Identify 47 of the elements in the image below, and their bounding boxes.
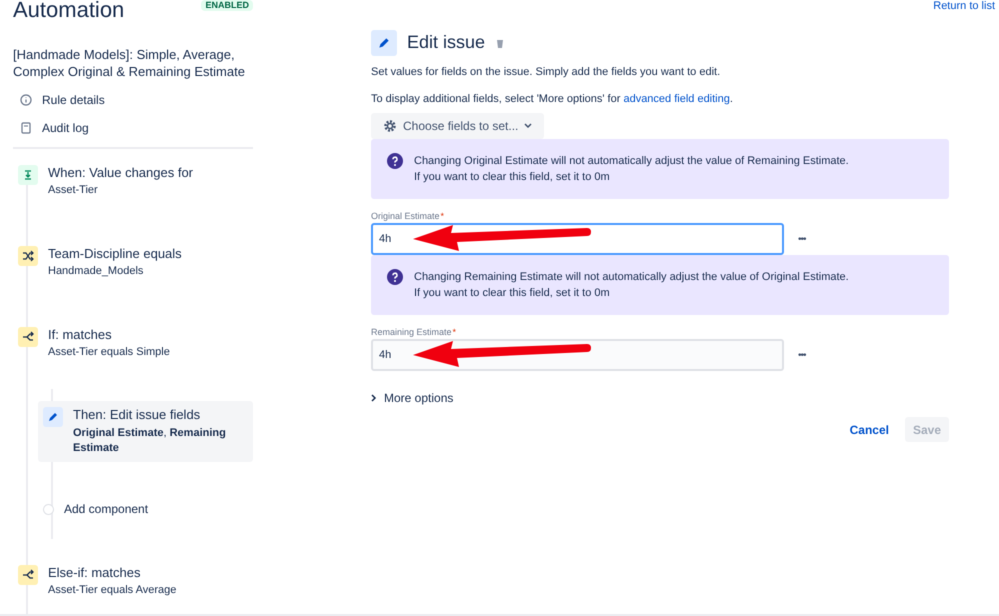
return-to-list-link[interactable]: Return to list: [933, 0, 995, 12]
more-actions-button[interactable]: •••: [792, 232, 812, 246]
shuffle-badge-icon: [18, 246, 38, 266]
branch-badge-icon: [18, 327, 38, 347]
sidebar-link[interactable]: Audit log: [42, 119, 89, 137]
step-title[interactable]: When: Value changes for: [48, 165, 194, 181]
download-badge-icon: [18, 165, 38, 185]
pencil-icon: [371, 30, 397, 56]
field-label: Original Estimate: [371, 210, 440, 222]
document-icon: [20, 122, 32, 134]
description-text: Set values for fields on the issue. Simply add the fields you want to edit.: [371, 65, 722, 79]
sidebar-link[interactable]: Rule details: [42, 91, 105, 109]
step-detail: Asset-Tier: [48, 183, 99, 198]
step-detail: Asset-Tier equals Simple: [48, 345, 170, 360]
panel-title: Edit issue: [407, 31, 486, 54]
advanced-field-editing-link[interactable]: advanced field editing: [623, 93, 730, 105]
step-title[interactable]: Team-Discipline equals: [48, 246, 182, 262]
notice-text: If you want to clear this field, set it to 0m: [414, 170, 611, 185]
notice-text: Changing Original Estimate will not automatically adjust the value of Remaining Estimate.: [414, 154, 849, 169]
more-options-button[interactable]: More options: [371, 389, 454, 407]
field-label: Remaining Estimate: [371, 326, 452, 338]
step-detail: Asset-Tier equals Average: [48, 583, 176, 598]
cancel-button[interactable]: Cancel: [844, 417, 895, 442]
chevron-right-icon: [371, 394, 377, 402]
step-title[interactable]: Then: Edit issue fields: [73, 407, 249, 423]
info-icon: [20, 94, 32, 106]
required-mark: *: [440, 210, 444, 222]
notice-text: Changing Remaining Estimate will not automatically adjust the value of Original Estimate.: [414, 270, 849, 285]
add-component-link[interactable]: Add component: [64, 502, 148, 517]
step-title[interactable]: Else-if: matches: [48, 565, 176, 581]
branch-badge-icon: [18, 565, 38, 585]
status-badge: ENABLED: [201, 0, 253, 11]
step-detail: Original Estimate, Remaining Estimate: [73, 426, 227, 456]
page-title: Automation: [13, 0, 124, 20]
chevron-down-icon: [524, 123, 532, 129]
notice-text: If you want to clear this field, set it to 0m: [414, 286, 611, 301]
question-icon: [387, 153, 403, 169]
step-detail: Handmade_Models: [48, 264, 144, 279]
question-icon: [387, 269, 403, 285]
step-title[interactable]: If: matches: [48, 327, 170, 343]
more-actions-button[interactable]: •••: [792, 348, 812, 362]
pencil-badge-icon: [43, 407, 63, 427]
choose-fields-button[interactable]: Choose fields to set...: [371, 113, 544, 139]
gear-icon: [383, 119, 397, 133]
rule-name: [Handmade Models]: Simple, Average, Complex Original & Remaining Estimate: [13, 46, 246, 80]
hint-text: To display additional fields, select 'More options' for advanced field editing.: [371, 92, 734, 106]
required-mark: *: [452, 326, 456, 338]
